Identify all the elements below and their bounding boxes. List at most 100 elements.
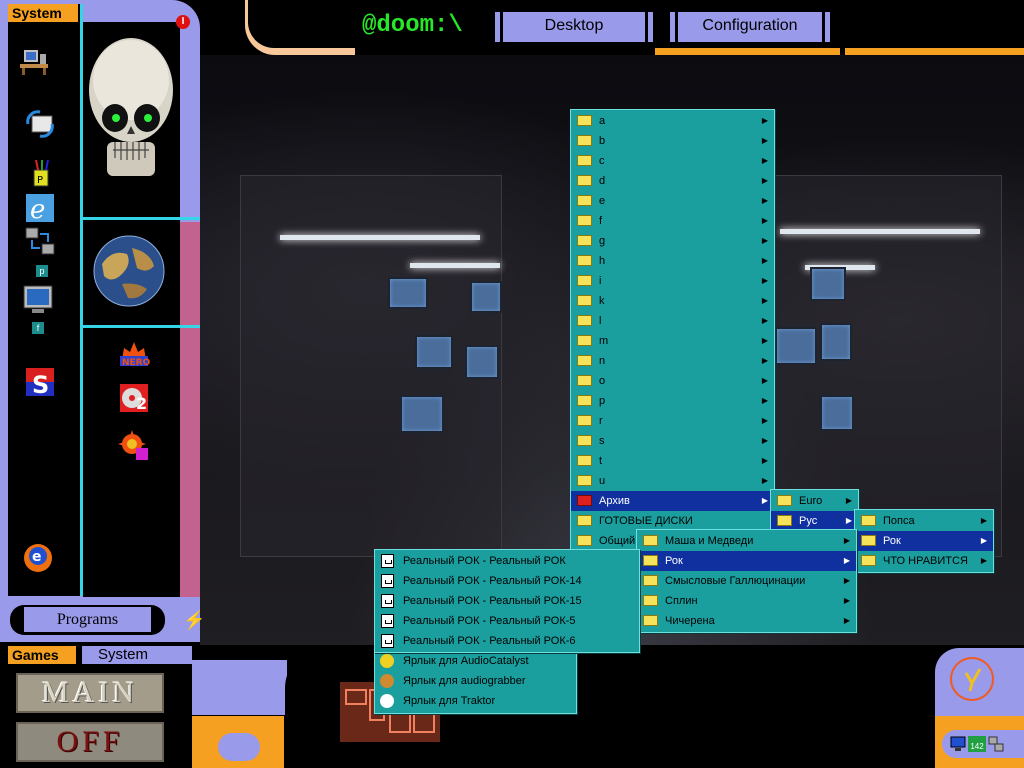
menu-main-item[interactable]: c ▶	[571, 151, 774, 171]
desktop-button-label: Desktop	[500, 12, 648, 42]
menu-main-item[interactable]: e ▶	[571, 191, 774, 211]
submenu-arrow-icon: ▶	[761, 436, 768, 445]
menu-main-item[interactable]: f ▶	[571, 211, 774, 231]
desktop-button[interactable]: Desktop	[495, 12, 653, 42]
off-button[interactable]: OFF	[16, 722, 164, 762]
menu-real-item[interactable]: Реальный РОК - Реальный РОК-6	[375, 631, 639, 651]
system-tab-bottom[interactable]: System	[82, 646, 192, 664]
menu-item-label: t	[599, 455, 603, 467]
taskbar-pill-button[interactable]	[218, 733, 260, 761]
folder-icon	[577, 115, 592, 126]
menu-main-item[interactable]: b ▶	[571, 131, 774, 151]
tag-f[interactable]: f	[32, 322, 44, 334]
tray-network-icon[interactable]	[988, 736, 1004, 752]
menu-main-item[interactable]: h ▶	[571, 251, 774, 271]
page-title: @doom:\	[362, 12, 463, 39]
menu-item-label: u	[599, 475, 606, 487]
network-sync-icon[interactable]	[24, 108, 56, 140]
tag-p[interactable]: p	[36, 265, 48, 277]
paint-program-icon[interactable]: P	[24, 158, 56, 190]
menu-main-item[interactable]: p ▶	[571, 391, 774, 411]
shortcuts-menu: Ярлык для AudioCatalyst Ярлык для audiogr…	[374, 649, 577, 714]
menu-main-item[interactable]: i ▶	[571, 271, 774, 291]
folder-icon	[577, 275, 592, 286]
menu-main-item[interactable]: k ▶	[571, 291, 774, 311]
menu-main-item[interactable]: ГОТОВЫЕ ДИСКИ	[571, 511, 774, 531]
info-badge[interactable]: I	[176, 15, 190, 29]
folder-icon	[643, 615, 658, 626]
clock-icon[interactable]	[950, 657, 994, 701]
internet-explorer-icon[interactable]: e	[24, 192, 56, 224]
nero-icon[interactable]: NERO	[118, 338, 150, 370]
s-logo-icon[interactable]: S	[24, 366, 56, 398]
menu-item-label: k	[599, 295, 605, 307]
menu-main-item[interactable]: d ▶	[571, 171, 774, 191]
globe-icon[interactable]	[92, 234, 166, 308]
monitor-icon[interactable]	[22, 284, 54, 316]
menu-item-label: Попса	[883, 515, 915, 527]
menu-short-item[interactable]: Ярлык для Traktor	[375, 691, 576, 711]
menu-main-item[interactable]: u ▶	[571, 471, 774, 491]
menu-main-item[interactable]: m ▶	[571, 331, 774, 351]
menu-real-item[interactable]: Реальный РОК - Реальный РОК-15	[375, 591, 639, 611]
menu-item-label: c	[599, 155, 605, 167]
desk-computer-icon[interactable]	[18, 44, 50, 76]
folder-icon	[577, 195, 592, 206]
menu-rock-item[interactable]: Маша и Медведи ▶	[637, 531, 856, 551]
menu-rock-item[interactable]: Чичерена ▶	[637, 611, 856, 631]
menu-short-item[interactable]: Ярлык для AudioCatalyst	[375, 651, 576, 671]
menu-main-item[interactable]: l ▶	[571, 311, 774, 331]
menu-item-label: Архив	[599, 495, 630, 507]
screen	[415, 335, 453, 369]
sidebar-strip	[180, 222, 200, 597]
start-submenu-root: a ▶ b ▶ c ▶ d ▶ e ▶ f ▶ g ▶ h ▶ i ▶ k ▶ l ▶ m ▶ n ▶ o ▶ p ▶ r ▶ s ▶ t ▶ u ▶ Ар…	[570, 109, 775, 553]
menu-short-item[interactable]: Ярлык для audiograbber	[375, 671, 576, 691]
menu-rock-item[interactable]: Рок ▶	[637, 551, 856, 571]
svg-text:e: e	[30, 195, 45, 224]
cd-2-icon[interactable]: 2	[118, 382, 150, 414]
menu-real-item[interactable]: Реальный РОК - Реальный РОК-14	[375, 571, 639, 591]
menu-main-item[interactable]: g ▶	[571, 231, 774, 251]
configuration-button[interactable]: Configuration	[670, 12, 830, 42]
menu-rock-item[interactable]: Смысловые Галлюцинации ▶	[637, 571, 856, 591]
menu-main-item[interactable]: o ▶	[571, 371, 774, 391]
menu-rock-item[interactable]: Сплин ▶	[637, 591, 856, 611]
rus-submenu: Попса ▶ Рок ▶ ЧТО НРАВИТСЯ ▶	[854, 509, 994, 573]
tray-counter[interactable]: 142	[968, 736, 986, 752]
menu-archive-item[interactable]: Euro ▶	[771, 491, 858, 511]
submenu-arrow-icon: ▶	[761, 236, 768, 245]
sun-disc-icon[interactable]	[118, 430, 150, 462]
folder-icon	[861, 515, 876, 526]
system-tab[interactable]: System	[8, 4, 78, 22]
svg-text:P: P	[37, 175, 43, 186]
programs-button[interactable]: Programs	[20, 607, 155, 632]
network-transfer-icon[interactable]	[24, 226, 56, 258]
menu-main-item[interactable]: r ▶	[571, 411, 774, 431]
menu-item-label: s	[599, 435, 605, 447]
menu-main-item[interactable]: a ▶	[571, 111, 774, 131]
folder-icon	[643, 555, 658, 566]
menu-real-item[interactable]: Реальный РОК - Реальный РОК	[375, 551, 639, 571]
tray-monitor-icon[interactable]	[950, 736, 966, 752]
games-tab[interactable]: Games	[8, 646, 76, 664]
menu-main-item[interactable]: n ▶	[571, 351, 774, 371]
audio-file-icon	[381, 594, 394, 608]
svg-text:2: 2	[136, 394, 147, 413]
submenu-arrow-icon: ▶	[761, 216, 768, 225]
menu-rus-item[interactable]: Попса ▶	[855, 511, 993, 531]
main-button[interactable]: MAIN	[16, 673, 164, 713]
menu-real-item[interactable]: Реальный РОК - Реальный РОК-5	[375, 611, 639, 631]
menu-item-label: Чичерена	[665, 615, 715, 627]
menu-main-item[interactable]: t ▶	[571, 451, 774, 471]
submenu-arrow-icon: ▶	[761, 176, 768, 185]
lightning-icon[interactable]: ⚡	[183, 610, 205, 631]
menu-rus-item[interactable]: ЧТО НРАВИТСЯ ▶	[855, 551, 993, 571]
folder-icon	[577, 135, 592, 146]
menu-rus-item[interactable]: Рок ▶	[855, 531, 993, 551]
menu-archive-item[interactable]: Рус ▶	[771, 511, 858, 531]
e-logo-icon[interactable]: e	[22, 542, 54, 574]
menu-main-item[interactable]: Архив ▶	[571, 491, 774, 511]
menu-item-label: Реальный РОК - Реальный РОК-6	[403, 635, 576, 647]
top-bar-accent	[655, 48, 840, 55]
menu-main-item[interactable]: s ▶	[571, 431, 774, 451]
